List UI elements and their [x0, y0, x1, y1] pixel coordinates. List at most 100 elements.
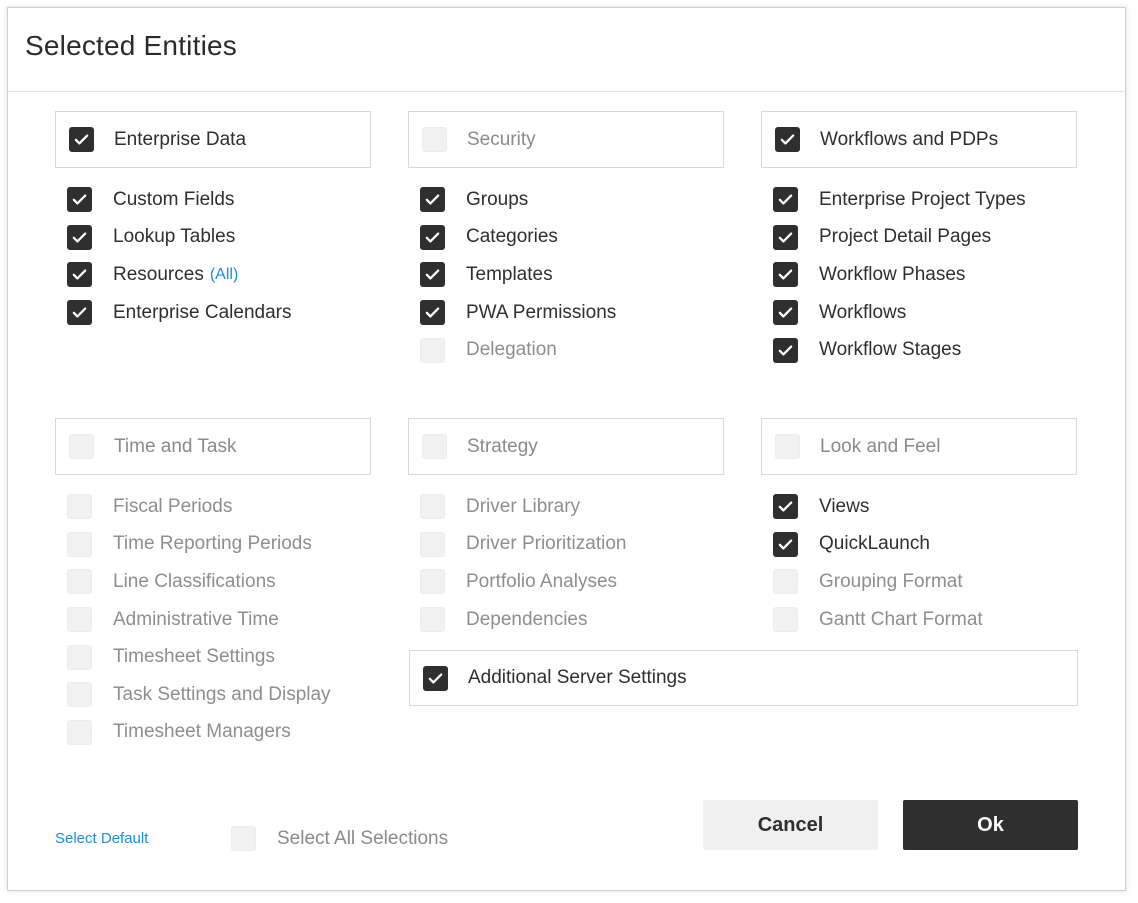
- item-checkbox[interactable]: [67, 300, 92, 326]
- item-label: Line Classifications: [113, 570, 276, 592]
- group-header-security[interactable]: Security: [408, 111, 724, 168]
- item-checkbox[interactable]: [773, 262, 798, 288]
- item-categories[interactable]: Categories: [420, 219, 724, 257]
- item-timesheet-settings[interactable]: Timesheet Settings: [67, 638, 371, 676]
- item-label: Driver Library: [466, 495, 581, 517]
- item-enterprise-calendars[interactable]: Enterprise Calendars: [67, 294, 371, 332]
- item-checkbox[interactable]: [67, 607, 92, 633]
- item-checkbox[interactable]: [67, 531, 92, 557]
- checkmark-icon: [778, 501, 793, 512]
- item-views[interactable]: Views: [773, 488, 1077, 526]
- select-default-link[interactable]: Select Default: [55, 830, 148, 847]
- item-checkbox[interactable]: [67, 644, 92, 670]
- item-checkbox[interactable]: [67, 494, 92, 520]
- group-label: Time and Task: [114, 435, 237, 457]
- item-checkbox[interactable]: [420, 494, 445, 520]
- item-checkbox[interactable]: [420, 300, 445, 326]
- item-dependencies[interactable]: Dependencies: [420, 601, 724, 639]
- item-delegation[interactable]: Delegation: [420, 331, 724, 369]
- checkmark-icon: [778, 307, 793, 318]
- item-workflow-phases[interactable]: Workflow Phases: [773, 256, 1077, 294]
- item-workflow-stages[interactable]: Workflow Stages: [773, 331, 1077, 369]
- checkmark-icon: [778, 345, 793, 356]
- group-checkbox[interactable]: [69, 434, 94, 459]
- item-checkbox[interactable]: [773, 494, 798, 520]
- item-custom-fields[interactable]: Custom Fields: [67, 181, 371, 219]
- group-additional-server-settings[interactable]: Additional Server Settings: [409, 650, 1078, 706]
- group-checkbox[interactable]: [422, 434, 447, 459]
- checkmark-icon: [72, 194, 87, 205]
- item-fiscal-periods[interactable]: Fiscal Periods: [67, 488, 371, 526]
- group-checkbox[interactable]: [423, 665, 448, 691]
- group-look-and-feel: Look and Feel Views QuickLaunch Grouping…: [761, 418, 1077, 638]
- resources-all-link[interactable]: (All): [210, 266, 238, 284]
- item-templates[interactable]: Templates: [420, 256, 724, 294]
- select-all-label: Select All Selections: [277, 827, 449, 849]
- group-header-enterprise-data[interactable]: Enterprise Data: [55, 111, 371, 168]
- item-quicklaunch[interactable]: QuickLaunch: [773, 526, 1077, 564]
- item-checkbox[interactable]: [67, 682, 92, 708]
- item-portfolio-analyses[interactable]: Portfolio Analyses: [420, 563, 724, 601]
- item-label: Custom Fields: [113, 188, 235, 210]
- item-checkbox[interactable]: [420, 531, 445, 557]
- item-grouping-format[interactable]: Grouping Format: [773, 563, 1077, 601]
- item-workflows[interactable]: Workflows: [773, 294, 1077, 332]
- item-driver-library[interactable]: Driver Library: [420, 488, 724, 526]
- group-checkbox[interactable]: [422, 127, 447, 152]
- item-resources[interactable]: Resources (All): [67, 256, 371, 294]
- item-checkbox[interactable]: [773, 531, 798, 557]
- item-lookup-tables[interactable]: Lookup Tables: [67, 219, 371, 257]
- item-checkbox[interactable]: [67, 569, 92, 595]
- item-checkbox[interactable]: [773, 224, 798, 250]
- item-timesheet-managers[interactable]: Timesheet Managers: [67, 714, 371, 752]
- item-project-detail-pages[interactable]: Project Detail Pages: [773, 219, 1077, 257]
- group-header-time-and-task[interactable]: Time and Task: [55, 418, 371, 475]
- item-label: Time Reporting Periods: [113, 533, 312, 555]
- item-checkbox[interactable]: [773, 607, 798, 633]
- item-line-classifications[interactable]: Line Classifications: [67, 563, 371, 601]
- item-time-reporting-periods[interactable]: Time Reporting Periods: [67, 526, 371, 564]
- group-strategy: Strategy Driver Library Driver Prioritiz…: [408, 418, 724, 638]
- group-header-look-and-feel[interactable]: Look and Feel: [761, 418, 1077, 475]
- group-header-workflows-and-pdps[interactable]: Workflows and PDPs: [761, 111, 1077, 168]
- item-checkbox[interactable]: [67, 224, 92, 250]
- item-groups[interactable]: Groups: [420, 181, 724, 219]
- checkmark-icon: [778, 269, 793, 281]
- item-checkbox[interactable]: [67, 262, 92, 288]
- item-checkbox[interactable]: [420, 569, 445, 595]
- item-checkbox[interactable]: [420, 607, 445, 633]
- item-label: Driver Prioritization: [466, 533, 627, 555]
- select-all-selections[interactable]: Select All Selections: [231, 826, 448, 851]
- group-checkbox[interactable]: [775, 127, 800, 152]
- cancel-button[interactable]: Cancel: [703, 800, 878, 850]
- item-checkbox[interactable]: [773, 300, 798, 326]
- item-enterprise-project-types[interactable]: Enterprise Project Types: [773, 181, 1077, 219]
- dialog-title: Selected Entities: [25, 30, 237, 61]
- item-label: Fiscal Periods: [113, 495, 233, 517]
- group-header-strategy[interactable]: Strategy: [408, 418, 724, 475]
- item-checkbox[interactable]: [420, 187, 445, 213]
- item-checkbox[interactable]: [67, 187, 92, 213]
- item-administrative-time[interactable]: Administrative Time: [67, 601, 371, 639]
- item-pwa-permissions[interactable]: PWA Permissions: [420, 294, 724, 332]
- item-task-settings-and-display[interactable]: Task Settings and Display: [67, 676, 371, 714]
- ok-button[interactable]: Ok: [903, 800, 1078, 850]
- group-label: Security: [467, 128, 536, 150]
- item-label: Resources: [113, 263, 204, 285]
- item-checkbox[interactable]: [420, 224, 445, 250]
- item-checkbox[interactable]: [773, 337, 798, 363]
- item-gantt-chart-format[interactable]: Gantt Chart Format: [773, 601, 1077, 639]
- item-label: Workflow Stages: [819, 339, 962, 361]
- item-checkbox[interactable]: [773, 187, 798, 213]
- group-checkbox[interactable]: [775, 434, 800, 459]
- item-label: Administrative Time: [113, 608, 279, 630]
- select-all-checkbox[interactable]: [231, 826, 256, 851]
- item-checkbox[interactable]: [420, 262, 445, 288]
- checkmark-icon: [72, 307, 87, 318]
- group-checkbox[interactable]: [69, 127, 94, 152]
- item-checkbox[interactable]: [67, 719, 92, 745]
- item-driver-prioritization[interactable]: Driver Prioritization: [420, 526, 724, 564]
- item-checkbox[interactable]: [773, 569, 798, 595]
- item-checkbox[interactable]: [420, 337, 445, 363]
- item-label: Grouping Format: [819, 570, 963, 592]
